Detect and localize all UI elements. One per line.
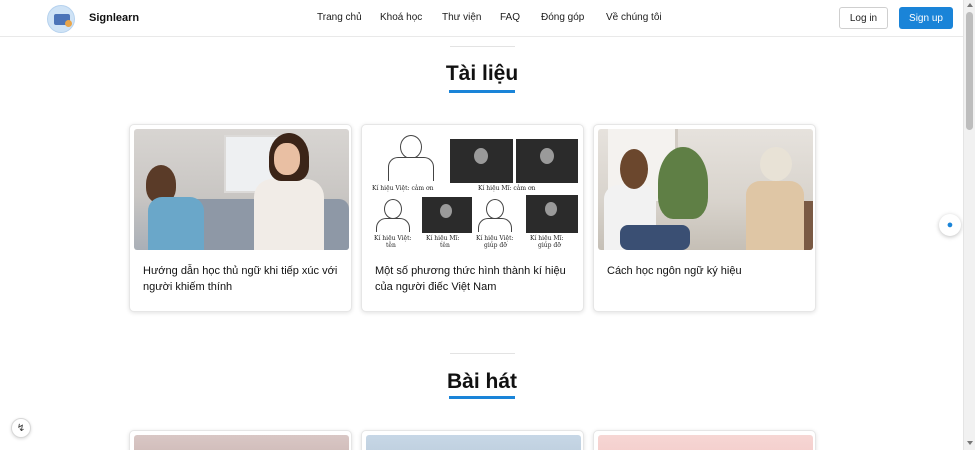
nav-item-courses[interactable]: Khoá học [380, 12, 422, 23]
girl-body-shape [148, 197, 204, 250]
sketch-caption: Kí hiệu Mĩ: [426, 235, 460, 242]
sketch-caption: tên [440, 242, 450, 249]
girl-legs-shape [620, 225, 690, 250]
sign-photo [526, 195, 578, 233]
scroll-down-arrow-icon[interactable] [967, 441, 973, 445]
nav-item-about[interactable]: Về chúng tôi [606, 12, 662, 23]
logo-dot-shape [65, 20, 72, 27]
sketch-caption: Kí hiệu Mĩ: cảm ơn [478, 185, 536, 192]
document-card-title[interactable]: Cách học ngôn ngữ ký hiệu [607, 263, 807, 279]
sketch-head-shape [400, 135, 422, 159]
woman-face-shape [274, 143, 300, 175]
woman-body-shape [254, 179, 324, 250]
document-card-image [598, 129, 813, 250]
girl-hair-shape [620, 149, 648, 189]
document-card[interactable]: Hướng dẫn học thủ ngữ khi tiếp xúc với n… [129, 124, 352, 312]
song-card[interactable] [593, 430, 816, 450]
sign-photo [450, 139, 513, 183]
sketch-caption: Kí hiệu Việt: [374, 235, 412, 242]
sketch-caption: Kí hiệu Việt: [476, 235, 514, 242]
lady-body-shape [746, 181, 804, 250]
plant-shape [658, 147, 708, 219]
sketch-head-shape [486, 199, 504, 219]
scroll-thumb[interactable] [966, 12, 973, 130]
song-card-image [598, 435, 813, 450]
documents-section-title: Tài liệu [445, 62, 519, 85]
sketch-caption: tên [386, 242, 396, 249]
sign-photo [516, 139, 578, 183]
bolt-icon[interactable]: ↯ [11, 418, 31, 438]
nav-item-contribute[interactable]: Đóng góp [541, 12, 584, 23]
songs-section-title: Bài hát [446, 370, 517, 393]
sketch-body-shape [478, 218, 512, 232]
sketch-body-shape [376, 218, 410, 232]
scroll-up-arrow-icon[interactable] [967, 3, 973, 7]
sketch-body-shape [388, 157, 434, 181]
section-top-divider [450, 353, 515, 354]
sketch-caption: Kí hiệu Mĩ: [530, 235, 564, 242]
document-card-title[interactable]: Một số phương thức hình thành kí hiệu củ… [375, 263, 575, 295]
login-button[interactable]: Log in [839, 7, 888, 29]
sketch-head-shape [384, 199, 402, 219]
documents-title-underline [449, 90, 515, 93]
song-card-image [366, 435, 581, 450]
document-card-title[interactable]: Hướng dẫn học thủ ngữ khi tiếp xúc với n… [143, 263, 343, 295]
accessibility-drop-icon[interactable]: ● [939, 214, 961, 236]
sketch-caption: giúp đỡ [538, 242, 561, 249]
nav-item-library[interactable]: Thư viện [442, 12, 482, 23]
document-card[interactable]: Kí hiệu Việt: cảm ơn Kí hiệu Mĩ: cảm ơn … [361, 124, 584, 312]
nav-item-home[interactable]: Trang chủ [317, 12, 362, 23]
sketch-caption: Kí hiệu Việt: cảm ơn [372, 185, 434, 192]
sign-photo [422, 197, 472, 233]
nav-item-faq[interactable]: FAQ [500, 12, 520, 23]
section-top-divider [450, 46, 515, 47]
signup-button[interactable]: Sign up [899, 7, 953, 29]
brand-name[interactable]: Signlearn [89, 12, 139, 24]
document-card-image: Kí hiệu Việt: cảm ơn Kí hiệu Mĩ: cảm ơn … [366, 129, 581, 250]
logo-icon[interactable] [47, 5, 75, 33]
lady-hair-shape [760, 147, 792, 181]
document-card-image [134, 129, 349, 250]
song-card-image [134, 435, 349, 450]
vertical-scrollbar[interactable] [963, 0, 975, 450]
sketch-caption: giúp đỡ [484, 242, 507, 249]
songs-title-underline [449, 396, 515, 399]
document-card[interactable]: Cách học ngôn ngữ ký hiệu [593, 124, 816, 312]
song-card[interactable] [361, 430, 584, 450]
top-navbar: Signlearn Trang chủ Khoá học Thư viện FA… [0, 0, 963, 37]
song-card[interactable] [129, 430, 352, 450]
